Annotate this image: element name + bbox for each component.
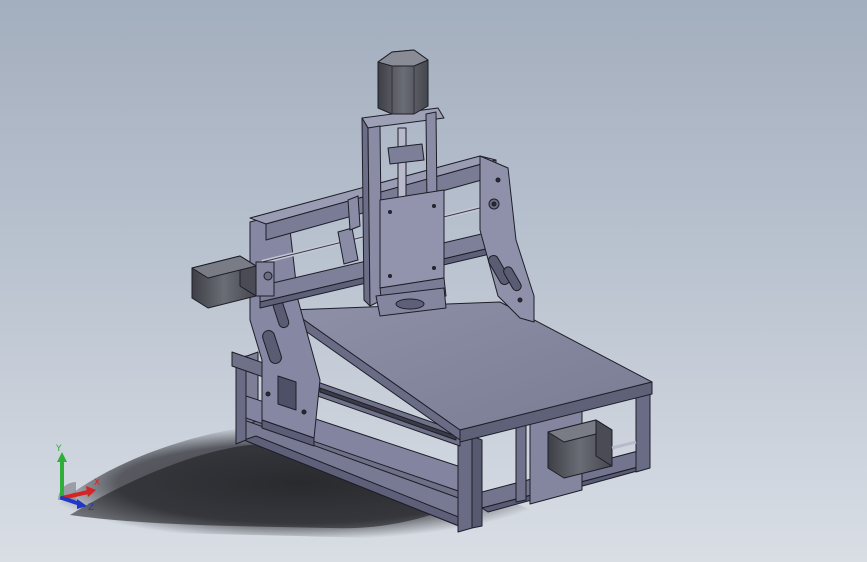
y-axis-label: Y — [55, 444, 62, 454]
axis-triad: Y X Z — [55, 444, 100, 513]
z-axis-stepper-motor[interactable] — [377, 49, 429, 115]
z-axis-arrowhead — [77, 499, 87, 509]
cad-viewport[interactable]: Y X Z — [0, 0, 867, 562]
z-axis-label: Z — [88, 503, 94, 513]
z-axis-assembly[interactable] — [361, 107, 447, 317]
right-gantry-plate[interactable] — [479, 155, 535, 323]
cnc-router-model[interactable] — [0, 0, 867, 562]
x-axis-label: X — [94, 478, 100, 488]
